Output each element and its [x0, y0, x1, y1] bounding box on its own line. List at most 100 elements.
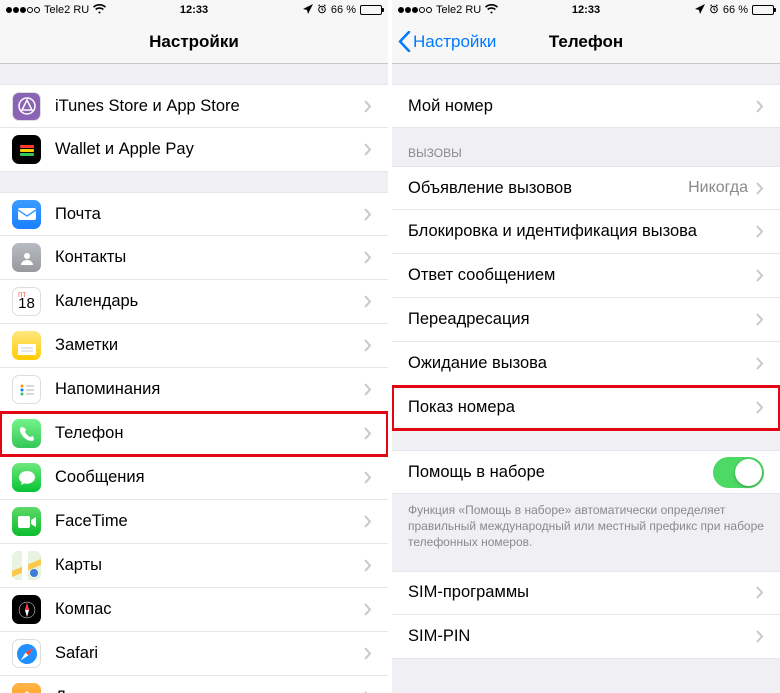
row-label: Переадресация — [408, 310, 756, 329]
chevron-right-icon — [364, 647, 372, 660]
row-sim-apps[interactable]: SIM-программы — [392, 571, 780, 615]
row-label: Телефон — [55, 424, 364, 443]
appstore-icon — [12, 92, 41, 121]
chevron-right-icon — [364, 427, 372, 440]
chevron-right-icon — [756, 586, 764, 599]
home-icon — [12, 683, 41, 693]
settings-list[interactable]: iTunes Store и App Store Wallet и Apple … — [0, 64, 388, 693]
row-reminders[interactable]: Напоминания — [0, 368, 388, 412]
chevron-right-icon — [364, 603, 372, 616]
location-icon — [695, 4, 705, 17]
reminders-icon — [12, 375, 41, 404]
row-label: Почта — [55, 205, 364, 224]
row-notes[interactable]: Заметки — [0, 324, 388, 368]
back-button[interactable]: Настройки — [398, 31, 496, 52]
row-itunes-store[interactable]: iTunes Store и App Store — [0, 84, 388, 128]
row-label: Wallet и Apple Pay — [55, 140, 364, 159]
row-my-number[interactable]: Мой номер — [392, 84, 780, 128]
signal-dots-icon — [398, 7, 432, 13]
row-maps[interactable]: Карты — [0, 544, 388, 588]
messages-icon — [12, 463, 41, 492]
calendar-icon: ПТ18 — [12, 287, 41, 316]
row-call-announce[interactable]: Объявление вызовов Никогда — [392, 166, 780, 210]
section-header-calls: ВЫЗОВЫ — [392, 128, 780, 166]
row-label: Заметки — [55, 336, 364, 355]
page-title: Настройки — [149, 32, 239, 52]
row-show-caller-id[interactable]: Показ номера — [392, 386, 780, 430]
status-time: 12:33 — [572, 4, 600, 16]
carrier-label: Tele2 RU — [44, 4, 89, 16]
safari-icon — [12, 639, 41, 668]
phone-settings-list[interactable]: Мой номер ВЫЗОВЫ Объявление вызовов Нико… — [392, 64, 780, 693]
status-bar: Tele2 RU 12:33 66 % — [392, 0, 780, 20]
alarm-icon — [709, 4, 719, 17]
row-mail[interactable]: Почта — [0, 192, 388, 236]
row-value: Никогда — [688, 179, 748, 197]
wallet-icon — [12, 135, 41, 164]
chevron-right-icon — [364, 251, 372, 264]
row-calendar[interactable]: ПТ18 Календарь — [0, 280, 388, 324]
maps-icon — [12, 551, 41, 580]
row-label: Ожидание вызова — [408, 354, 756, 373]
row-label: Объявление вызовов — [408, 179, 688, 198]
contacts-icon — [12, 243, 41, 272]
row-call-forwarding[interactable]: Переадресация — [392, 298, 780, 342]
phone-icon — [12, 419, 41, 448]
screen-settings: Tele2 RU 12:33 66 % Настройки — [0, 0, 388, 693]
row-wallet[interactable]: Wallet и Apple Pay — [0, 128, 388, 172]
navbar: Настройки Телефон — [392, 20, 780, 64]
row-label: SIM-программы — [408, 583, 756, 602]
battery-icon — [360, 5, 382, 15]
battery-icon — [752, 5, 774, 15]
row-home[interactable]: Дом — [0, 676, 388, 693]
row-label: FaceTime — [55, 512, 364, 531]
row-respond-text[interactable]: Ответ сообщением — [392, 254, 780, 298]
chevron-right-icon — [756, 630, 764, 643]
row-sim-pin[interactable]: SIM-PIN — [392, 615, 780, 659]
row-label: Карты — [55, 556, 364, 575]
chevron-right-icon — [364, 208, 372, 221]
row-label: Помощь в наборе — [408, 463, 713, 482]
row-label: Ответ сообщением — [408, 266, 756, 285]
chevron-right-icon — [364, 143, 372, 156]
status-time: 12:33 — [180, 4, 208, 16]
chevron-right-icon — [364, 515, 372, 528]
mail-icon — [12, 200, 41, 229]
row-facetime[interactable]: FaceTime — [0, 500, 388, 544]
location-icon — [303, 4, 313, 17]
chevron-right-icon — [756, 182, 764, 195]
facetime-icon — [12, 507, 41, 536]
row-safari[interactable]: Safari — [0, 632, 388, 676]
row-label: Дом — [55, 688, 364, 693]
chevron-right-icon — [756, 100, 764, 113]
wifi-icon — [93, 3, 106, 17]
row-call-waiting[interactable]: Ожидание вызова — [392, 342, 780, 386]
row-dial-assist[interactable]: Помощь в наборе — [392, 450, 780, 494]
row-label: Safari — [55, 644, 364, 663]
status-bar: Tele2 RU 12:33 66 % — [0, 0, 388, 20]
screen-phone-settings: Tele2 RU 12:33 66 % Настройки Телефон — [392, 0, 780, 693]
chevron-right-icon — [364, 559, 372, 572]
row-label: Показ номера — [408, 398, 756, 417]
row-label: Блокировка и идентификация вызова — [408, 222, 756, 241]
row-messages[interactable]: Сообщения — [0, 456, 388, 500]
navbar: Настройки — [0, 20, 388, 64]
row-phone[interactable]: Телефон — [0, 412, 388, 456]
alarm-icon — [317, 4, 327, 17]
row-compass[interactable]: Компас — [0, 588, 388, 632]
wifi-icon — [485, 3, 498, 17]
row-call-blocking[interactable]: Блокировка и идентификация вызова — [392, 210, 780, 254]
dial-assist-note: Функция «Помощь в наборе» автоматически … — [392, 494, 780, 551]
chevron-right-icon — [364, 383, 372, 396]
battery-pct: 66 % — [331, 4, 356, 16]
chevron-right-icon — [364, 471, 372, 484]
row-contacts[interactable]: Контакты — [0, 236, 388, 280]
dial-assist-toggle[interactable] — [713, 457, 764, 488]
row-label: SIM-PIN — [408, 627, 756, 646]
chevron-right-icon — [756, 357, 764, 370]
compass-icon — [12, 595, 41, 624]
signal-dots-icon — [6, 7, 40, 13]
row-label: Календарь — [55, 292, 364, 311]
row-label: Напоминания — [55, 380, 364, 399]
carrier-label: Tele2 RU — [436, 4, 481, 16]
